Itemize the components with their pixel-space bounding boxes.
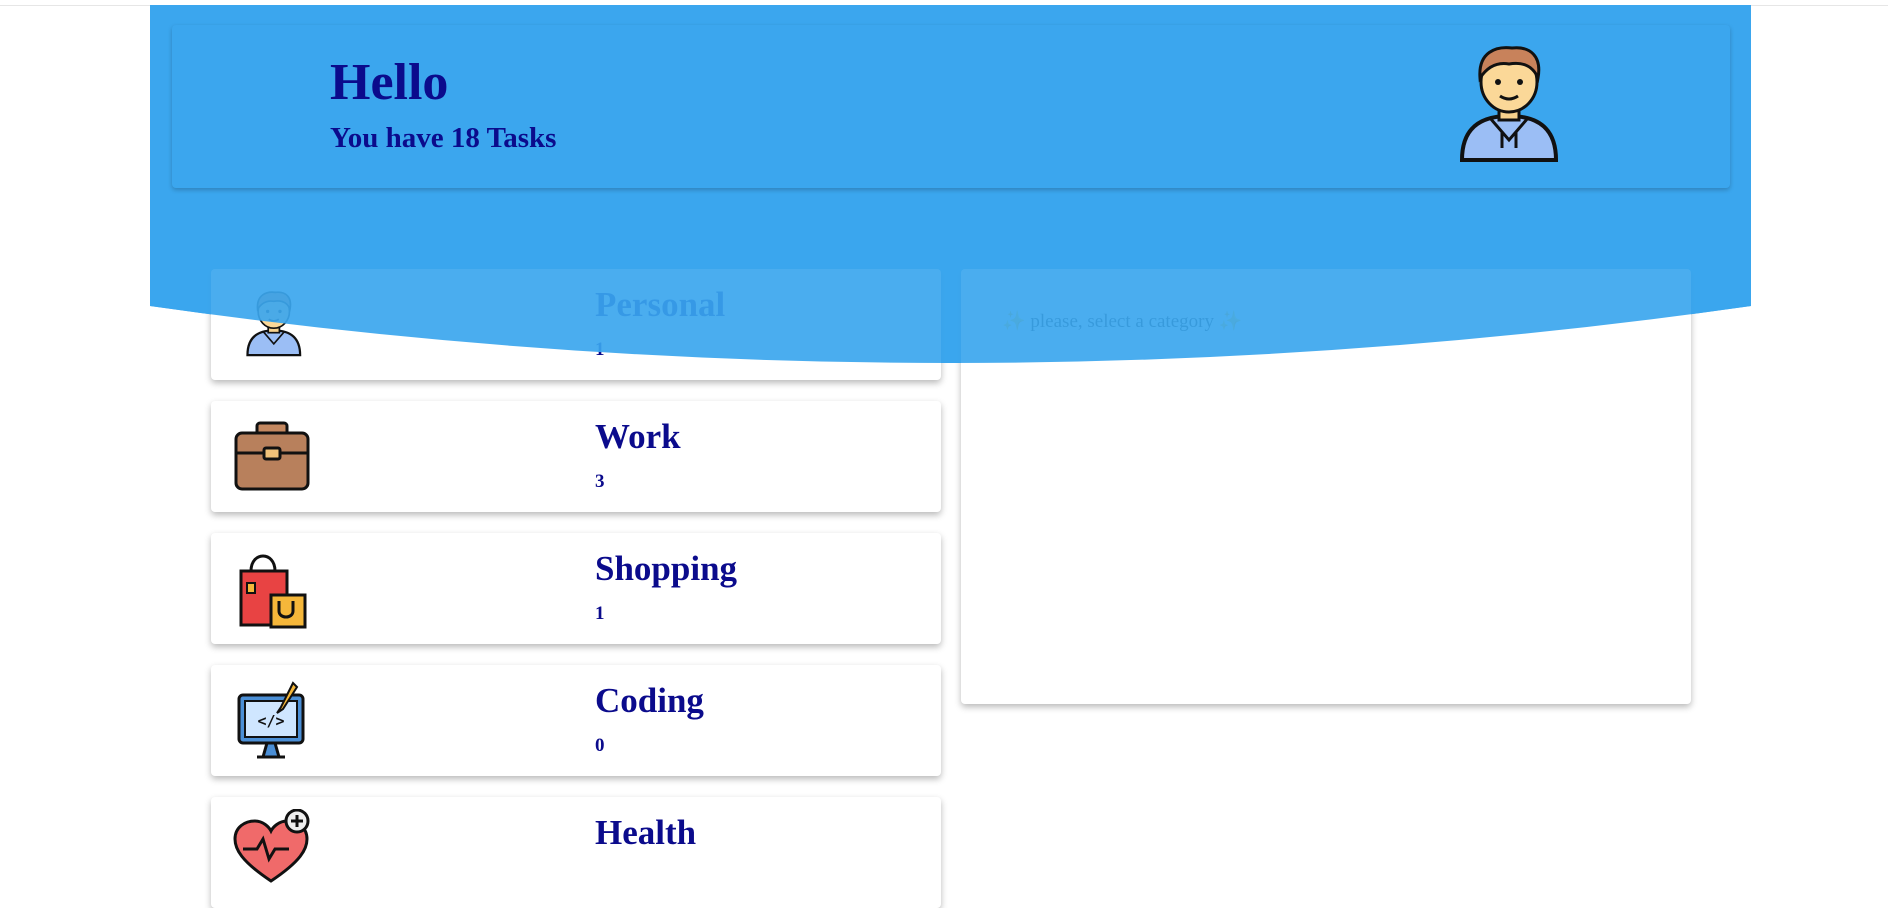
user-avatar-icon[interactable] (1454, 42, 1564, 162)
health-heart-icon (233, 809, 310, 883)
category-card-shopping[interactable]: Shopping 1 (211, 533, 941, 644)
category-card-coding[interactable]: </> Coding 0 (211, 665, 941, 776)
category-name: Coding (595, 681, 704, 720)
briefcase-icon (234, 421, 310, 491)
category-count: 1 (595, 603, 605, 624)
category-name: Health (595, 813, 697, 852)
shopping-bags-icon (239, 554, 307, 629)
svg-text:</>: </> (257, 712, 284, 730)
category-count: 3 (595, 471, 605, 492)
category-name: Work (595, 417, 681, 456)
computer-code-icon: </> (237, 681, 305, 759)
category-name: Personal (595, 285, 726, 324)
category-card-work[interactable]: Work 3 (211, 401, 941, 512)
category-count: 0 (595, 735, 605, 756)
select-category-message: ✨ please, select a category ✨ (1002, 311, 1243, 332)
greeting-title: Hello (330, 54, 449, 111)
category-card-health[interactable]: Health (211, 797, 941, 908)
category-card-personal[interactable]: Personal 1 (211, 269, 941, 380)
task-count-subtitle: You have 18 Tasks (330, 122, 557, 154)
category-count: 1 (595, 339, 605, 360)
task-detail-panel (961, 269, 1691, 704)
person-icon (246, 291, 302, 357)
category-name: Shopping (595, 549, 738, 588)
